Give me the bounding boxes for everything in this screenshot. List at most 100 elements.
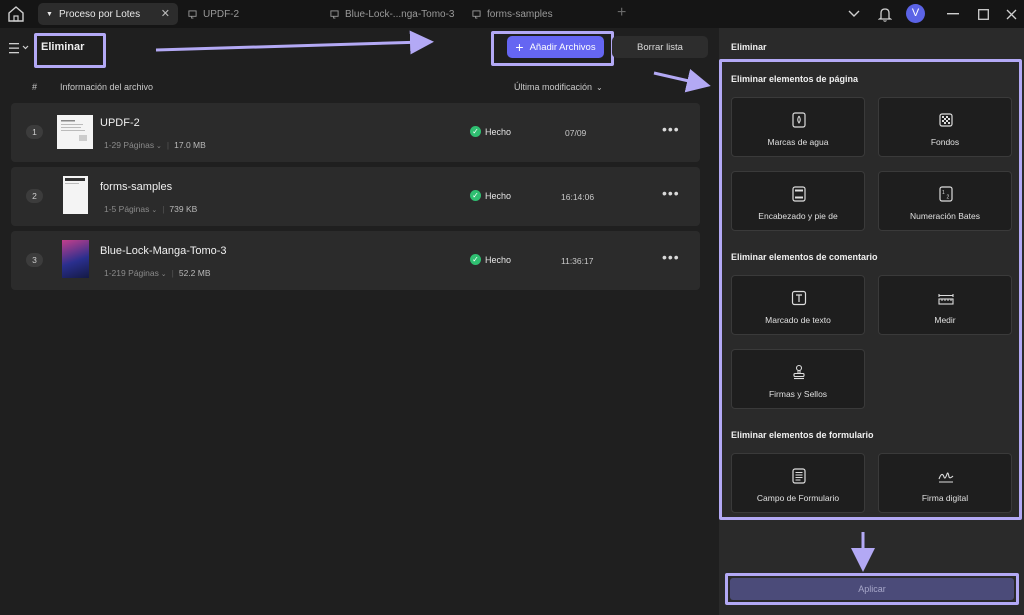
option-form-field[interactable]: Campo de Formulario <box>731 453 865 513</box>
option-digital-signature[interactable]: Firma digital <box>878 453 1012 513</box>
option-header-footer[interactable]: Encabezado y pie de <box>731 171 865 231</box>
page-range[interactable]: 1-219 Páginas <box>104 268 159 278</box>
tab-label: UPDF-2 <box>203 8 240 20</box>
file-thumbnail <box>57 115 93 149</box>
option-label: Marcado de texto <box>765 315 831 325</box>
more-options-icon[interactable]: ••• <box>662 249 680 265</box>
status-label: Hecho <box>485 254 512 265</box>
close-window-icon[interactable] <box>1002 5 1020 23</box>
check-circle-icon: ✓ <box>470 126 481 137</box>
add-files-button[interactable]: + Añadir Archivos <box>507 36 604 58</box>
page-range[interactable]: 1-5 Páginas <box>104 204 149 214</box>
option-label: Numeración Bates <box>910 211 980 221</box>
option-bates-numbering[interactable]: 12 Numeración Bates <box>878 171 1012 231</box>
option-label: Firmas y Sellos <box>768 389 828 399</box>
file-thumbnail <box>62 240 89 278</box>
page-range[interactable]: 1-29 Páginas <box>104 140 154 150</box>
modified-date: 11:36:17 <box>561 256 594 266</box>
tab-label: forms-samples <box>487 8 553 20</box>
status-label: Hecho <box>485 190 512 201</box>
svg-text:1: 1 <box>942 190 945 196</box>
file-meta: 1-5 Páginas ⌄ | 739 KB <box>104 204 197 214</box>
option-label: Encabezado y pie de <box>758 211 838 221</box>
tab-blue-lock[interactable]: Blue-Lock-...nga-Tomo-3 <box>322 3 462 25</box>
check-circle-icon: ✓ <box>470 254 481 265</box>
chevron-down-icon[interactable] <box>846 5 862 23</box>
option-label: Fondos <box>930 137 960 147</box>
file-name: forms-samples <box>100 181 173 193</box>
section-title: Eliminar elementos de comentario <box>731 252 878 262</box>
row-index: 3 <box>26 253 43 267</box>
separator: | <box>162 204 165 214</box>
file-size: 739 KB <box>169 204 198 214</box>
option-measure[interactable]: Medir <box>878 275 1012 335</box>
more-options-icon[interactable]: ••• <box>662 121 680 137</box>
column-last-modified-label: Última modificación <box>514 82 593 92</box>
modified-date: 07/09 <box>565 128 587 138</box>
page-title: Eliminar <box>41 41 85 53</box>
section-title: Eliminar elementos de página <box>731 74 859 84</box>
background-pattern-icon <box>939 113 953 127</box>
option-watermarks[interactable]: Marcas de agua <box>731 97 865 157</box>
option-signatures-stamps[interactable]: Firmas y Sellos <box>731 349 865 409</box>
column-file-info: Información del archivo <box>60 82 154 92</box>
option-label: Medir <box>934 315 956 325</box>
column-number: # <box>32 82 38 92</box>
home-icon[interactable] <box>6 5 26 23</box>
row-index: 1 <box>26 125 43 139</box>
separator: | <box>171 268 174 278</box>
signature-icon <box>938 472 954 483</box>
file-thumbnail <box>63 176 88 214</box>
tab-batch[interactable]: ▼ Proceso por Lotes ✕ <box>38 3 178 25</box>
plus-icon: + <box>515 39 524 55</box>
text-markup-icon <box>791 290 807 306</box>
separator: | <box>166 140 170 150</box>
clear-list-button[interactable]: Borrar lista <box>612 36 708 58</box>
file-size: 17.0 MB <box>174 140 206 150</box>
menu-icon[interactable] <box>9 42 31 54</box>
new-tab-icon[interactable]: + <box>617 4 626 22</box>
apply-button[interactable]: Aplicar <box>730 578 1014 600</box>
status-badge: ✓ Hecho <box>470 126 511 137</box>
modified-date: 16:14:06 <box>561 192 595 202</box>
check-circle-icon: ✓ <box>470 190 481 201</box>
file-meta: 1-219 Páginas ⌄ | 52.2 MB <box>104 268 211 278</box>
column-last-modified[interactable]: Última modificación ⌄ <box>514 82 603 92</box>
chevron-down-icon: ⌄ <box>596 82 603 92</box>
status-badge: ✓ Hecho <box>470 190 511 201</box>
remove-options-panel: Eliminar Eliminar elementos de página Ma… <box>719 28 1024 615</box>
bell-icon[interactable] <box>876 5 894 23</box>
chevron-down-icon: ⌄ <box>154 143 162 150</box>
caret-down-icon: ▼ <box>46 10 53 18</box>
status-label: Hecho <box>485 126 512 137</box>
form-field-icon <box>792 468 806 484</box>
tab-updf-2[interactable]: UPDF-2 <box>180 3 320 25</box>
document-tab-icon <box>330 9 339 19</box>
avatar[interactable]: V <box>906 4 925 23</box>
table-row[interactable]: 1 UPDF-2 1-29 Páginas ⌄ | 17.0 MB ✓ Hecho … <box>11 103 700 162</box>
ruler-icon <box>938 294 954 305</box>
option-backgrounds[interactable]: Fondos <box>878 97 1012 157</box>
file-size: 52.2 MB <box>178 268 211 278</box>
more-options-icon[interactable]: ••• <box>662 185 680 201</box>
option-label: Marcas de agua <box>767 137 829 147</box>
document-tab-icon <box>188 9 197 19</box>
tab-label: Proceso por Lotes <box>58 8 141 20</box>
minimize-icon[interactable] <box>944 5 962 23</box>
maximize-icon[interactable] <box>974 5 992 23</box>
bates-number-icon: 12 <box>939 186 953 202</box>
close-icon[interactable]: ✕ <box>161 7 170 20</box>
file-name: Blue-Lock-Manga-Tomo-3 <box>100 245 227 257</box>
option-text-markup[interactable]: Marcado de texto <box>731 275 865 335</box>
title-bar: ▼ Proceso por Lotes ✕ UPDF-2 Blue-Lock-.… <box>0 0 1024 28</box>
table-row[interactable]: 2 forms-samples 1-5 Páginas ⌄ | 739 KB ✓ H… <box>11 167 700 226</box>
table-row[interactable]: 3 Blue-Lock-Manga-Tomo-3 1-219 Páginas ⌄… <box>11 231 700 290</box>
status-badge: ✓ Hecho <box>470 254 511 265</box>
svg-text:2: 2 <box>947 195 950 201</box>
tab-label: Blue-Lock-...nga-Tomo-3 <box>345 8 455 20</box>
chevron-down-icon: ⌄ <box>149 207 158 214</box>
tab-forms-samples[interactable]: forms-samples <box>464 3 604 25</box>
document-tab-icon <box>472 9 481 19</box>
stamp-icon <box>793 364 805 380</box>
file-meta: 1-29 Páginas ⌄ | 17.0 MB <box>104 140 206 150</box>
